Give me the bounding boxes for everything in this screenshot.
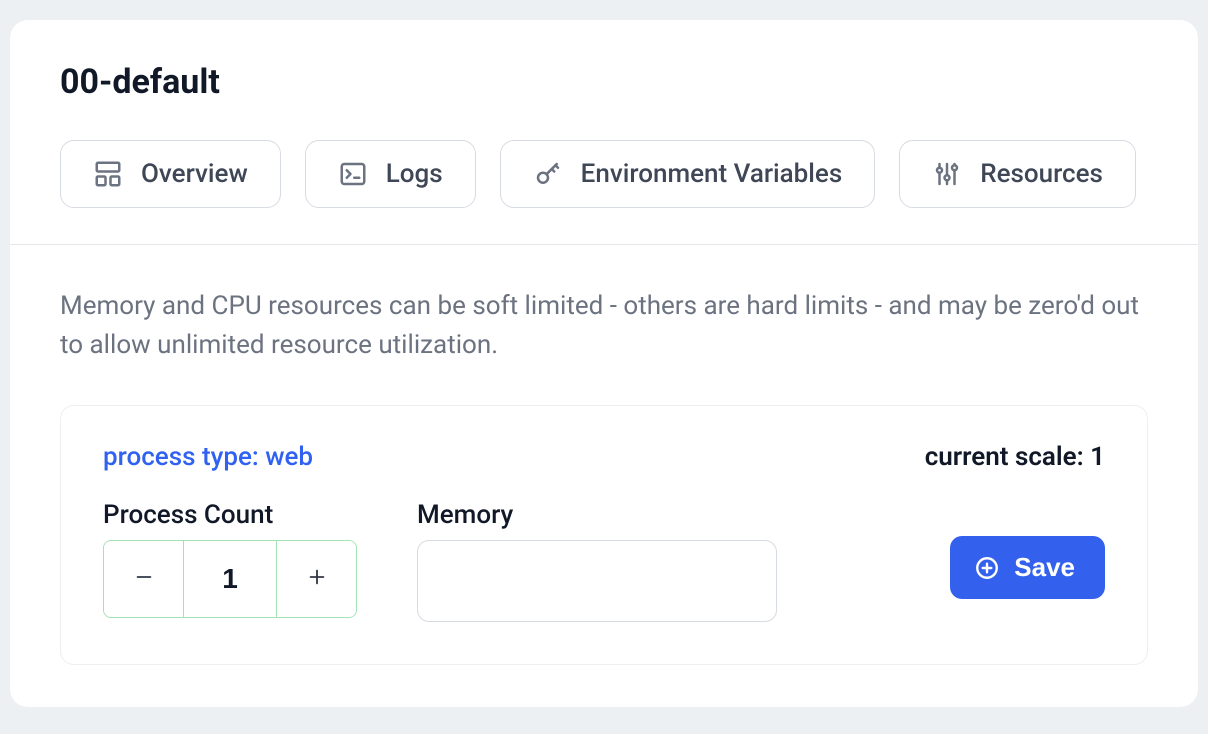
sliders-icon [932, 159, 962, 189]
tab-label: Resources [980, 159, 1103, 189]
resources-description: Memory and CPU resources can be soft lim… [60, 287, 1148, 365]
tab-resources[interactable]: Resources [899, 140, 1136, 208]
tab-label: Logs [386, 159, 443, 189]
process-count-stepper [103, 540, 357, 618]
process-count-label: Process Count [103, 500, 357, 530]
process-type-label: process type: web [103, 442, 313, 472]
tab-label: Environment Variables [581, 159, 843, 189]
key-icon [533, 159, 563, 189]
minus-icon [133, 562, 155, 596]
plus-icon [306, 562, 328, 596]
increment-button[interactable] [276, 541, 356, 617]
tabs-row: Overview Logs [60, 140, 1148, 208]
page-title: 00-default [60, 62, 1148, 102]
overview-icon [93, 159, 123, 189]
process-panel-header: process type: web current scale: 1 [103, 442, 1105, 472]
tab-env-vars[interactable]: Environment Variables [500, 140, 876, 208]
tab-label: Overview [141, 159, 248, 189]
memory-group: Memory [417, 500, 777, 622]
tab-overview[interactable]: Overview [60, 140, 281, 208]
plus-circle-icon [974, 555, 1000, 581]
card-header: 00-default Overview [10, 20, 1198, 245]
process-controls: Process Count [103, 500, 1105, 622]
memory-label: Memory [417, 500, 777, 530]
card-body: Memory and CPU resources can be soft lim… [10, 245, 1198, 707]
tab-logs[interactable]: Logs [305, 140, 476, 208]
terminal-icon [338, 159, 368, 189]
process-count-group: Process Count [103, 500, 357, 618]
save-area: Save [950, 536, 1105, 599]
save-button-label: Save [1014, 552, 1075, 583]
process-count-input[interactable] [184, 541, 276, 617]
save-button[interactable]: Save [950, 536, 1105, 599]
memory-input[interactable] [417, 540, 777, 622]
current-scale-label: current scale: 1 [925, 442, 1105, 472]
decrement-button[interactable] [104, 541, 184, 617]
process-panel: process type: web current scale: 1 Proce… [60, 405, 1148, 665]
settings-card: 00-default Overview [10, 20, 1198, 707]
